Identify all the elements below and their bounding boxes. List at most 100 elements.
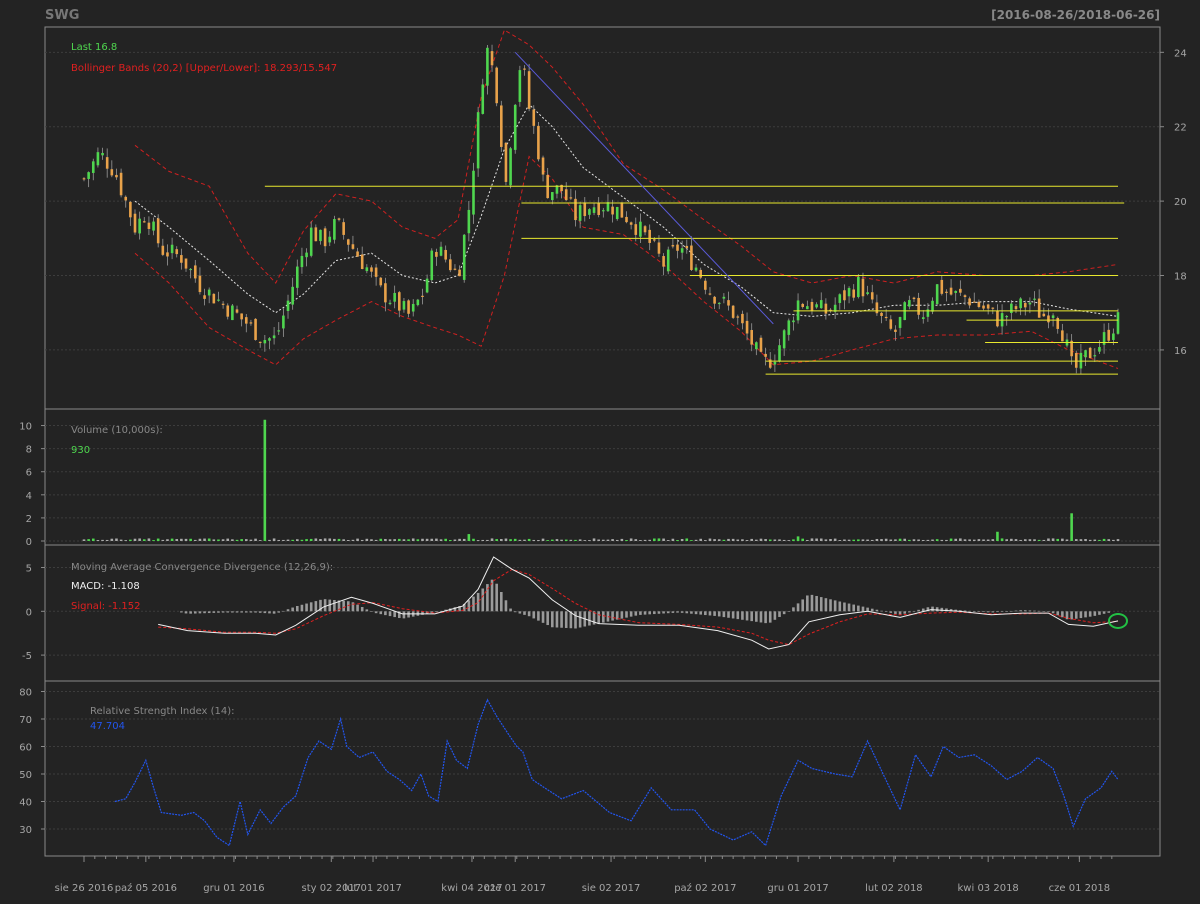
volume-bar xyxy=(727,538,730,541)
candle-down xyxy=(1088,347,1092,359)
macd-histogram-bar xyxy=(1051,611,1055,614)
volume-bar xyxy=(212,539,216,541)
x-axis: sie 26 2016 paź 05 2016 gru 01 2016 sty 02 … xyxy=(55,855,1118,894)
volume-bar xyxy=(917,539,920,541)
candle-up xyxy=(898,317,902,328)
candle-down xyxy=(708,293,712,295)
candle-up xyxy=(207,289,211,296)
volume-bar xyxy=(787,540,791,541)
candle-down xyxy=(175,249,179,255)
candle-up xyxy=(476,112,480,169)
volume-bar xyxy=(1023,539,1027,541)
volume-bar xyxy=(898,538,902,541)
macd-histogram-bar xyxy=(240,611,243,613)
macd-histogram-bar xyxy=(639,611,642,615)
macd-histogram-bar xyxy=(476,592,480,612)
volume-bar xyxy=(133,538,137,541)
macd-histogram-bar xyxy=(768,611,772,623)
candle-down xyxy=(745,320,749,334)
macd-histogram-bar xyxy=(244,611,248,613)
macd-histogram-bar xyxy=(680,611,684,613)
candle-up xyxy=(305,252,308,258)
volume-bar xyxy=(1037,539,1041,541)
candle-down xyxy=(810,301,814,311)
macd-histogram-bar xyxy=(750,611,753,622)
rsi-y-tick-label: 30 xyxy=(19,825,32,836)
candle-down xyxy=(569,197,573,199)
macd-histogram-bar xyxy=(407,611,410,618)
rsi-label: Relative Strength Index (14): xyxy=(90,706,235,717)
volume-bar xyxy=(258,540,262,541)
volume-bar xyxy=(615,539,619,541)
volume-bar xyxy=(263,419,267,541)
volume-bar xyxy=(1061,538,1064,541)
volume-bar xyxy=(852,539,856,541)
macd-histogram-bar xyxy=(815,595,818,612)
candle-up xyxy=(138,218,141,234)
volume-bar xyxy=(676,540,679,541)
macd-histogram-bar xyxy=(1033,610,1036,612)
volume-bar xyxy=(1098,539,1101,541)
volume-bar xyxy=(379,538,383,541)
volume-bar xyxy=(541,538,545,541)
macd-histogram-bar xyxy=(666,611,670,614)
macd-histogram-bar xyxy=(305,603,308,612)
candle-down xyxy=(527,71,531,109)
candle-up xyxy=(838,294,842,303)
macd-histogram-bar xyxy=(713,611,716,616)
candle-down xyxy=(124,196,128,201)
candle-up xyxy=(152,221,155,231)
volume-bar xyxy=(606,539,610,541)
candle-down xyxy=(115,174,118,178)
candle-down xyxy=(258,341,262,343)
candle-up xyxy=(954,290,958,293)
macd-histogram-bar xyxy=(207,611,211,614)
volume-bar xyxy=(972,539,976,541)
candle-up xyxy=(309,227,313,256)
volume-bar xyxy=(342,539,345,541)
macd-histogram-bar xyxy=(1098,611,1101,615)
candle-up xyxy=(439,246,443,256)
volume-bar xyxy=(551,539,554,541)
macd-histogram-bar xyxy=(370,611,373,612)
candle-down xyxy=(212,293,216,304)
macd-histogram-bar xyxy=(806,595,809,612)
macd-histogram-bar xyxy=(727,611,730,618)
candle-up xyxy=(328,236,332,243)
volume-bar xyxy=(889,539,893,541)
candle-down xyxy=(119,172,123,196)
candle-up xyxy=(1028,302,1032,305)
candle-down xyxy=(731,305,735,318)
stock-chart: SWG [2016-08-26/2018-06-26] 161820222402… xyxy=(19,8,1186,894)
candle-up xyxy=(1051,315,1055,319)
macd-histogram-bar xyxy=(653,611,656,615)
volume-bar xyxy=(1051,538,1055,541)
volume-bar xyxy=(532,539,536,541)
candle-up xyxy=(272,335,276,339)
volume-bar xyxy=(597,539,600,541)
volume-bar xyxy=(583,540,587,541)
volume-bar xyxy=(323,538,327,541)
volume-bar xyxy=(277,539,281,541)
candle-down xyxy=(676,244,679,251)
macd-histogram-bar xyxy=(551,611,554,628)
candle-down xyxy=(314,227,318,242)
volume-bar xyxy=(184,538,188,541)
rsi-last-value: 47.704 xyxy=(90,721,125,732)
candle-down xyxy=(532,109,536,126)
candle-down xyxy=(184,258,188,269)
macd-histogram-bar xyxy=(504,600,508,612)
volume-bar xyxy=(829,538,832,541)
volume-bar xyxy=(300,539,304,541)
macd-histogram-bar xyxy=(676,611,679,613)
candle-down xyxy=(1107,329,1111,341)
candle-down xyxy=(105,157,109,169)
rsi-y-tick-label: 60 xyxy=(19,743,32,754)
candle-up xyxy=(277,330,281,332)
candle-down xyxy=(880,312,883,316)
volume-bar xyxy=(931,539,934,541)
macd-histogram-bar xyxy=(778,611,781,617)
volume-bar xyxy=(156,538,160,541)
volume-bar xyxy=(486,539,489,541)
candle-up xyxy=(333,219,336,240)
